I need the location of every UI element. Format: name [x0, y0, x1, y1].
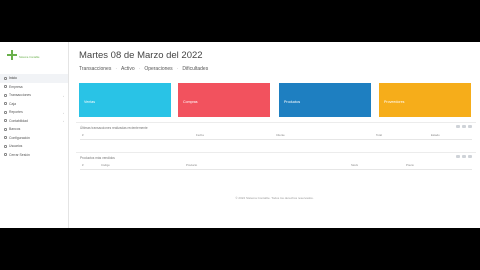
app-window: Sistema Contable Inicio Empresa Transaccio… [0, 42, 480, 228]
sidebar-item-cerrar-sesión[interactable]: Cerrar Sesión [0, 151, 68, 160]
page-title: Martes 08 de Marzo del 2022 [79, 50, 203, 61]
logo-text: Sistema Contable [19, 56, 40, 59]
products-panel: Productos más vendidos # Código Producto… [76, 152, 476, 181]
close-icon[interactable] [468, 125, 472, 128]
footer: © 2022 Sistema Contable. Todos los derec… [235, 196, 314, 200]
collapse-icon[interactable] [456, 155, 460, 158]
sidebar-item-bancos[interactable]: Bancos [0, 125, 68, 134]
panel-title: Productos más vendidos [80, 156, 115, 160]
column-header[interactable]: Cliente [276, 133, 285, 137]
divider [80, 169, 472, 170]
sidebar-item-label: Caja [9, 101, 16, 106]
sidebar-item-contabilidad[interactable]: Contabilidad ‹ [0, 117, 68, 126]
stat-card-proveedores[interactable]: Proveedores [379, 83, 471, 117]
logout-icon [4, 153, 7, 157]
sidebar-item-caja[interactable]: Caja [0, 100, 68, 109]
building-icon [4, 85, 7, 89]
meta-separator: · [115, 66, 118, 72]
stat-card-compras[interactable]: Compras [178, 83, 270, 117]
sidebar-item-label: Contabilidad [9, 118, 28, 123]
card-label: Ventas [84, 100, 95, 104]
column-header[interactable]: Precio [406, 163, 414, 167]
chevron-icon: ‹ [63, 93, 64, 98]
sidebar-item-transacciones[interactable]: Transacciones ‹ [0, 91, 68, 100]
logo[interactable]: Sistema Contable [7, 50, 57, 64]
divider [80, 139, 472, 140]
gear-icon [4, 136, 7, 140]
main-content: Martes 08 de Marzo del 2022 Transaccione… [69, 42, 480, 228]
user-icon [4, 144, 7, 148]
column-header[interactable]: Total [376, 133, 382, 137]
meta-separator: · [176, 66, 179, 72]
transactions-panel: Últimas transacciones realizadas recient… [76, 122, 476, 151]
header-meta: Transacciones · Activo · Operaciones · D… [79, 66, 208, 72]
column-header[interactable]: Código [101, 163, 110, 167]
meta-item[interactable]: Dificultades [182, 66, 208, 72]
cash-icon [4, 102, 7, 106]
exchange-icon [4, 93, 7, 97]
panel-title: Últimas transacciones realizadas recient… [80, 126, 148, 130]
report-icon [4, 110, 7, 114]
sidebar-item-label: Reportes [9, 110, 23, 115]
column-header[interactable]: Estado [431, 133, 440, 137]
logo-icon [7, 50, 17, 60]
sidebar-item-label: Transacciones [9, 93, 31, 98]
bank-icon [4, 127, 7, 131]
home-icon [4, 76, 7, 80]
sidebar-item-label: Inicio [9, 76, 17, 81]
stat-card-ventas[interactable]: Ventas [79, 83, 171, 117]
table-header: # Código Producto Stock Precio [76, 163, 476, 168]
chevron-icon: ‹ [63, 110, 64, 115]
sidebar: Sistema Contable Inicio Empresa Transaccio… [0, 42, 69, 228]
meta-item[interactable]: Operaciones [144, 66, 172, 72]
sidebar-item-empresa[interactable]: Empresa [0, 83, 68, 92]
book-icon [4, 119, 7, 123]
column-header[interactable]: Producto [186, 163, 197, 167]
refresh-icon[interactable] [462, 155, 466, 158]
card-label: Productos [284, 100, 301, 104]
meta-separator: · [138, 66, 141, 72]
meta-item[interactable]: Transacciones [79, 66, 111, 72]
column-header[interactable]: # [82, 133, 84, 137]
sidebar-item-label: Bancos [9, 127, 21, 132]
meta-item[interactable]: Activo [121, 66, 135, 72]
sidebar-menu: Inicio Empresa Transacciones ‹ Caja Reportes ‹… [0, 74, 68, 159]
column-header[interactable]: # [82, 163, 84, 167]
stat-card-productos[interactable]: Productos [279, 83, 371, 117]
sidebar-item-label: Empresa [9, 84, 23, 89]
chevron-icon: ‹ [63, 119, 64, 123]
sidebar-item-label: Usuarios [9, 144, 23, 149]
column-header[interactable]: Stock [351, 163, 358, 167]
table-header: # Fecha Cliente Total Estado [76, 133, 476, 138]
panel-tools [456, 125, 472, 128]
close-icon[interactable] [468, 155, 472, 158]
panel-tools [456, 155, 472, 158]
collapse-icon[interactable] [456, 125, 460, 128]
card-label: Proveedores [384, 100, 405, 104]
sidebar-item-inicio[interactable]: Inicio [0, 74, 68, 83]
sidebar-item-usuarios[interactable]: Usuarios [0, 142, 68, 151]
refresh-icon[interactable] [462, 125, 466, 128]
column-header[interactable]: Fecha [196, 133, 204, 137]
card-label: Compras [183, 100, 198, 104]
sidebar-item-reportes[interactable]: Reportes ‹ [0, 108, 68, 117]
sidebar-item-label: Configuración [9, 135, 30, 140]
sidebar-item-label: Cerrar Sesión [9, 152, 30, 157]
stat-cards: Ventas Compras Productos Proveedores [79, 83, 471, 117]
sidebar-item-configuración[interactable]: Configuración [0, 134, 68, 143]
